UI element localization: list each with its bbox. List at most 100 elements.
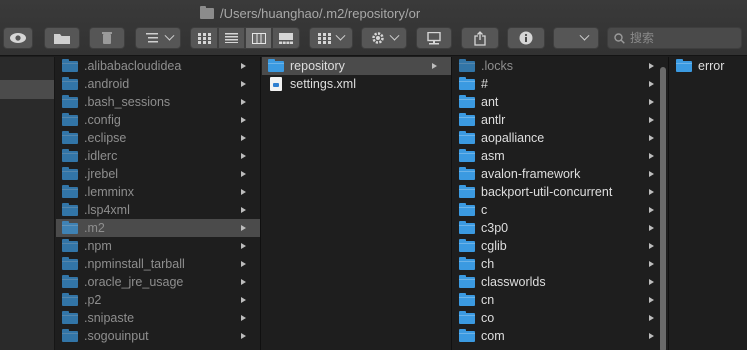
list-item[interactable]: backport-util-concurrent [453, 183, 668, 201]
sidebar-selected-item[interactable] [0, 80, 54, 99]
chevron-down-icon [164, 30, 174, 41]
folder-icon [62, 256, 78, 270]
sidebar[interactable] [0, 57, 55, 350]
list-item[interactable]: # [453, 75, 668, 93]
view-columns-button[interactable] [245, 27, 272, 49]
xml-file-icon [270, 77, 282, 91]
list-item[interactable]: co [453, 309, 668, 327]
tags-dropdown[interactable] [553, 27, 599, 49]
search-field[interactable] [607, 27, 742, 49]
list-item[interactable]: .alibabacloudidea [56, 57, 260, 75]
list-item[interactable]: .jrebel [56, 165, 260, 183]
new-folder-button[interactable] [44, 27, 80, 49]
chevron-right-icon [241, 117, 246, 123]
chevron-right-icon [241, 333, 246, 339]
folder-icon [459, 238, 475, 252]
trash-button[interactable] [89, 27, 125, 49]
chevron-right-icon [649, 333, 654, 339]
folder-icon [459, 58, 475, 72]
folder-icon [459, 148, 475, 162]
group-button[interactable] [309, 27, 353, 49]
list-item[interactable]: error [670, 57, 747, 75]
view-icons-button[interactable] [190, 27, 218, 49]
chevron-right-icon [241, 225, 246, 231]
folder-icon [62, 94, 78, 108]
folder-icon [62, 166, 78, 180]
gear-icon [371, 32, 384, 44]
list-item[interactable]: .eclipse [56, 129, 260, 147]
chevron-right-icon [241, 207, 246, 213]
list-item[interactable]: .locks [453, 57, 668, 75]
list-item[interactable]: ant [453, 93, 668, 111]
list-item[interactable]: .lsp4xml [56, 201, 260, 219]
folder-icon [459, 76, 475, 90]
chevron-right-icon [649, 225, 654, 231]
chevron-right-icon [241, 63, 246, 69]
folder-icon [459, 274, 475, 288]
search-input[interactable] [630, 31, 730, 45]
list-item[interactable]: .oracle_jre_usage [56, 273, 260, 291]
chevron-right-icon [649, 171, 654, 177]
list-item[interactable]: .snipaste [56, 309, 260, 327]
column-m2[interactable]: repository settings.xml [262, 57, 452, 350]
chevron-right-icon [649, 207, 654, 213]
folder-icon [459, 130, 475, 144]
folder-icon [459, 256, 475, 270]
list-item[interactable]: .bash_sessions [56, 93, 260, 111]
chevron-right-icon [241, 153, 246, 159]
list-item[interactable]: antlr [453, 111, 668, 129]
list-item[interactable]: com [453, 327, 668, 345]
column-repository[interactable]: .locks # ant antlr aopalliance asm avalo… [453, 57, 669, 350]
chevron-right-icon [241, 99, 246, 105]
folder-icon [62, 292, 78, 306]
list-item[interactable]: .npminstall_tarball [56, 255, 260, 273]
list-item-selected[interactable]: .m2 [56, 219, 260, 237]
arrange-button[interactable] [135, 27, 181, 49]
folder-icon [459, 328, 475, 342]
list-item[interactable]: .android [56, 75, 260, 93]
folder-icon [459, 310, 475, 324]
share-button[interactable] [461, 27, 499, 49]
list-item[interactable]: avalon-framework [453, 165, 668, 183]
get-info-button[interactable] [507, 27, 545, 49]
chevron-right-icon [649, 81, 654, 87]
folder-icon [54, 33, 70, 44]
list-item[interactable]: c [453, 201, 668, 219]
column-or[interactable]: error [670, 57, 747, 350]
list-item[interactable]: .lemminx [56, 183, 260, 201]
chevron-right-icon [241, 261, 246, 267]
view-gallery-button[interactable] [272, 27, 300, 49]
action-button[interactable] [361, 27, 407, 49]
group-icon [318, 32, 331, 44]
folder-icon [62, 328, 78, 342]
list-item[interactable]: settings.xml [262, 75, 451, 93]
gallery-icon [279, 32, 293, 44]
folder-icon [459, 220, 475, 234]
folder-icon [62, 274, 78, 288]
chevron-right-icon [241, 81, 246, 87]
window-path: /Users/huanghao/.m2/repository/or [200, 4, 420, 22]
list-item[interactable]: .config [56, 111, 260, 129]
list-item[interactable]: cn [453, 291, 668, 309]
list-item[interactable]: .npm [56, 237, 260, 255]
list-item[interactable]: aopalliance [453, 129, 668, 147]
chevron-down-icon [579, 30, 590, 41]
view-list-button[interactable] [218, 27, 245, 49]
folder-icon [459, 184, 475, 198]
list-item[interactable]: .p2 [56, 291, 260, 309]
column-home[interactable]: .alibabacloudidea .android .bash_session… [56, 57, 261, 350]
vertical-scrollbar[interactable] [660, 67, 666, 350]
list-item[interactable]: .sogouinput [56, 327, 260, 345]
list-item[interactable]: asm [453, 147, 668, 165]
list-item[interactable]: cglib [453, 237, 668, 255]
list-item[interactable]: ch [453, 255, 668, 273]
connect-server-button[interactable] [416, 27, 452, 49]
list-item-selected[interactable]: repository [262, 57, 451, 75]
list-item[interactable]: c3p0 [453, 219, 668, 237]
list-item[interactable]: .idlerc [56, 147, 260, 165]
folder-icon [459, 292, 475, 306]
list-item[interactable]: classworlds [453, 273, 668, 291]
chevron-right-icon [649, 99, 654, 105]
folder-icon [62, 76, 78, 90]
quick-look-button[interactable] [3, 27, 33, 49]
